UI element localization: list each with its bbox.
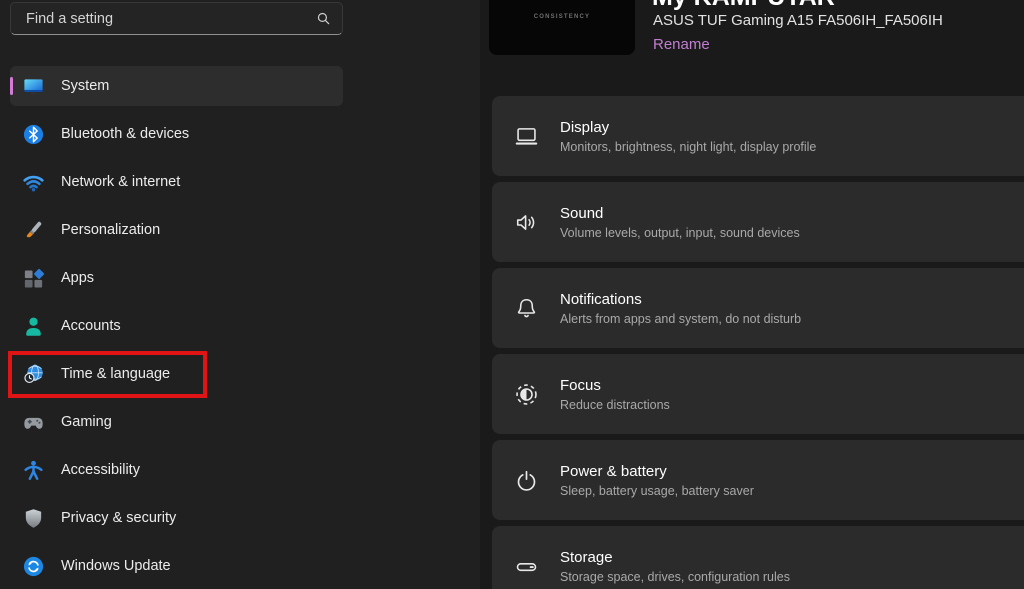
device-model: ASUS TUF Gaming A15 FA506IH_FA506IH — [653, 12, 943, 29]
settings-card-focus[interactable]: Focus Reduce distractions — [492, 354, 1024, 434]
sidebar-item-gaming[interactable]: Gaming — [10, 402, 343, 442]
search-box[interactable] — [10, 2, 343, 35]
apps-icon — [21, 266, 45, 290]
sidebar-item-label: Accessibility — [61, 462, 140, 478]
sidebar-item-apps[interactable]: Apps — [10, 258, 343, 298]
storage-icon — [513, 553, 540, 580]
card-title: Sound — [560, 205, 800, 222]
sidebar-item-label: System — [61, 78, 109, 94]
power-icon — [513, 467, 540, 494]
settings-card-notifications[interactable]: Notifications Alerts from apps and syste… — [492, 268, 1024, 348]
settings-card-display[interactable]: Display Monitors, brightness, night ligh… — [492, 96, 1024, 176]
sidebar-nav: System Bluetooth & devices Network & int… — [10, 66, 343, 586]
card-title: Notifications — [560, 291, 801, 308]
accounts-icon — [21, 314, 45, 338]
sidebar-item-bluetooth-devices[interactable]: Bluetooth & devices — [10, 114, 343, 154]
sidebar-item-label: Apps — [61, 270, 94, 286]
time-language-icon — [21, 362, 45, 386]
card-subtitle: Storage space, drives, configuration rul… — [560, 570, 790, 584]
sidebar-item-label: Bluetooth & devices — [61, 126, 189, 142]
card-title: Storage — [560, 549, 790, 566]
privacy-security-icon — [21, 506, 45, 530]
windows-update-icon — [21, 554, 45, 578]
card-subtitle: Volume levels, output, input, sound devi… — [560, 226, 800, 240]
gaming-icon — [21, 410, 45, 434]
system-icon — [21, 74, 45, 98]
sidebar-item-network-internet[interactable]: Network & internet — [10, 162, 343, 202]
selected-accent-pill — [10, 77, 13, 95]
sidebar-item-system[interactable]: System — [10, 66, 343, 106]
personalization-icon — [21, 218, 45, 242]
search-icon[interactable] — [315, 10, 332, 27]
sidebar-item-label: Time & language — [61, 366, 170, 382]
card-title: Power & battery — [560, 463, 754, 480]
card-subtitle: Alerts from apps and system, do not dist… — [560, 312, 801, 326]
settings-window: System Bluetooth & devices Network & int… — [0, 0, 1024, 589]
rename-link[interactable]: Rename — [653, 36, 710, 53]
card-subtitle: Monitors, brightness, night light, displ… — [560, 140, 816, 154]
card-subtitle: Reduce distractions — [560, 398, 670, 412]
sidebar-item-privacy-security[interactable]: Privacy & security — [10, 498, 343, 538]
sidebar-item-label: Privacy & security — [61, 510, 176, 526]
device-thumbnail-wallpaper-text: CONSISTENCY — [534, 14, 591, 55]
focus-icon — [513, 381, 540, 408]
sidebar-item-label: Personalization — [61, 222, 160, 238]
settings-card-power-battery[interactable]: Power & battery Sleep, battery usage, ba… — [492, 440, 1024, 520]
sound-icon — [513, 209, 540, 236]
bluetooth-icon — [21, 122, 45, 146]
sidebar-item-windows-update[interactable]: Windows Update — [10, 546, 343, 586]
card-subtitle: Sleep, battery usage, battery saver — [560, 484, 754, 498]
sidebar-item-time-language[interactable]: Time & language — [10, 354, 343, 394]
sidebar-item-label: Accounts — [61, 318, 121, 334]
device-thumbnail: CONSISTENCY — [489, 0, 635, 55]
accessibility-icon — [21, 458, 45, 482]
sidebar-item-label: Gaming — [61, 414, 112, 430]
sidebar-item-accounts[interactable]: Accounts — [10, 306, 343, 346]
card-title: Focus — [560, 377, 670, 394]
sidebar-item-label: Network & internet — [61, 174, 180, 190]
display-icon — [513, 123, 540, 150]
sidebar-item-label: Windows Update — [61, 558, 171, 574]
sidebar-item-accessibility[interactable]: Accessibility — [10, 450, 343, 490]
notifications-icon — [513, 295, 540, 322]
card-title: Display — [560, 119, 816, 136]
search-input[interactable] — [24, 10, 307, 28]
settings-card-storage[interactable]: Storage Storage space, drives, configura… — [492, 526, 1024, 589]
sidebar-item-personalization[interactable]: Personalization — [10, 210, 343, 250]
device-name: My KAMPUTAR — [652, 0, 835, 11]
settings-card-sound[interactable]: Sound Volume levels, output, input, soun… — [492, 182, 1024, 262]
network-icon — [21, 170, 45, 194]
